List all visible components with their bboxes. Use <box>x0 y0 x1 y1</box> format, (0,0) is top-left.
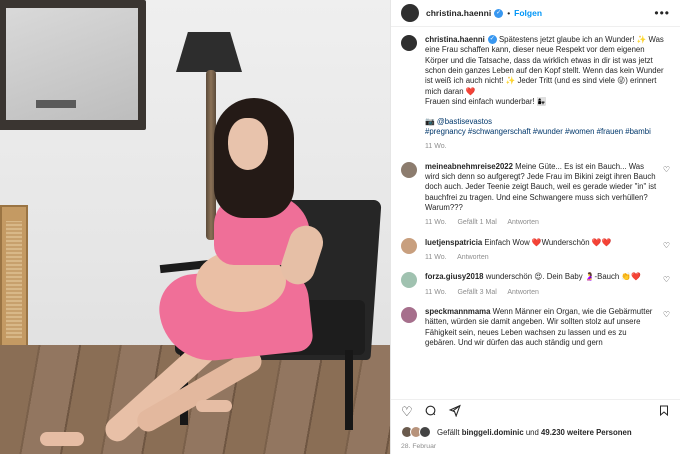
post-date: 28. Februar <box>401 443 437 450</box>
separator-dot: • <box>507 8 511 18</box>
likes-prefix: Gefällt <box>437 427 460 437</box>
comment-time: 11 Wo. <box>425 288 447 296</box>
comment-text: wunderschön 😍. Dein Baby 🤰-Bauch 👏❤️ <box>485 272 641 282</box>
caption: christina.haenni ✓ Spätestens jetzt glaub… <box>401 35 670 152</box>
heart-icon[interactable]: ♡ <box>401 404 413 420</box>
post-side-panel: christina.haenni ✓ • Folgen ••• christin… <box>390 0 680 454</box>
list-item: forza.giusy2018 wunderschön 😍. Dein Baby… <box>401 272 670 297</box>
post-header: christina.haenni ✓ • Folgen ••• <box>391 0 680 27</box>
likes-summary[interactable]: Gefällt binggeli.dominic und 49.230 weit… <box>391 424 680 440</box>
hashtags[interactable]: #pregnancy #schwangerschaft #wunder #wom… <box>425 127 651 136</box>
avatar[interactable] <box>401 237 417 254</box>
comment-username[interactable]: meineabnehmreise2022 <box>425 162 513 171</box>
avatar[interactable] <box>401 161 417 178</box>
avatar[interactable] <box>401 272 417 289</box>
more-options-icon[interactable]: ••• <box>654 6 670 20</box>
heart-icon[interactable]: ♡ <box>663 165 670 174</box>
mirror-shape <box>0 0 146 130</box>
list-item: speckmannmama Wenn Männer ein Organ, wie… <box>401 306 670 348</box>
reply-button[interactable]: Antworten <box>457 254 489 261</box>
likes-count[interactable]: 49.230 weitere Personen <box>541 428 632 437</box>
share-icon[interactable] <box>448 404 461 420</box>
caption-text-2: Frauen sind einfach wunderbar! 👩‍👧 <box>425 97 547 107</box>
comment-likes[interactable]: Gefällt 3 Mal <box>457 289 496 296</box>
cabinet-shape <box>0 205 28 360</box>
comment-text: Einfach Wow ❤️Wunderschön ❤️❤️ <box>484 237 612 247</box>
comments-list[interactable]: christina.haenni ✓ Spätestens jetzt glaub… <box>391 27 680 399</box>
post-author-username[interactable]: christina.haenni <box>426 8 491 18</box>
verified-icon: ✓ <box>487 35 497 45</box>
comment-username[interactable]: forza.giusy2018 <box>425 272 484 281</box>
instagram-post-view: christina.haenni ✓ • Folgen ••• christin… <box>0 0 680 454</box>
avatar[interactable] <box>401 4 419 22</box>
lamp-shade-shape <box>176 32 242 72</box>
liker-username[interactable]: binggeli.dominic <box>462 428 524 437</box>
comment-icon[interactable] <box>424 404 437 420</box>
post-photo[interactable] <box>0 0 390 454</box>
comment-time: 11 Wo. <box>425 219 447 227</box>
post-actions-bar: ♡ <box>391 399 680 424</box>
caption-username[interactable]: christina.haenni <box>425 35 485 44</box>
comment-username[interactable]: luetjenspatricia <box>425 238 482 247</box>
verified-icon: ✓ <box>494 8 504 18</box>
reply-button[interactable]: Antworten <box>507 289 539 296</box>
comment-username[interactable]: speckmannmama <box>425 307 490 316</box>
avatar[interactable] <box>401 35 417 51</box>
list-item: meineabnehmreise2022 Meine Güte... Es is… <box>401 161 670 228</box>
heart-icon[interactable]: ♡ <box>663 275 670 284</box>
comment-time: 11 Wo. <box>425 253 447 261</box>
caption-time: 11 Wo. <box>425 143 447 151</box>
reply-button[interactable]: Antworten <box>507 219 539 226</box>
bookmark-icon[interactable] <box>658 404 670 420</box>
liker-avatars <box>401 426 431 438</box>
photo-credit-link[interactable]: 📷 @bastisevastos <box>425 117 492 126</box>
likes-and: und <box>525 427 539 437</box>
follow-button[interactable]: Folgen <box>514 8 542 18</box>
caption-text: Spätestens jetzt glaube ich an Wunder! ✨… <box>425 35 664 96</box>
comment-likes[interactable]: Gefällt 1 Mal <box>457 219 496 226</box>
heart-icon[interactable]: ♡ <box>663 241 670 250</box>
avatar[interactable] <box>401 306 417 323</box>
heart-icon[interactable]: ♡ <box>663 310 670 319</box>
list-item: luetjenspatricia Einfach Wow ❤️Wundersch… <box>401 237 670 263</box>
